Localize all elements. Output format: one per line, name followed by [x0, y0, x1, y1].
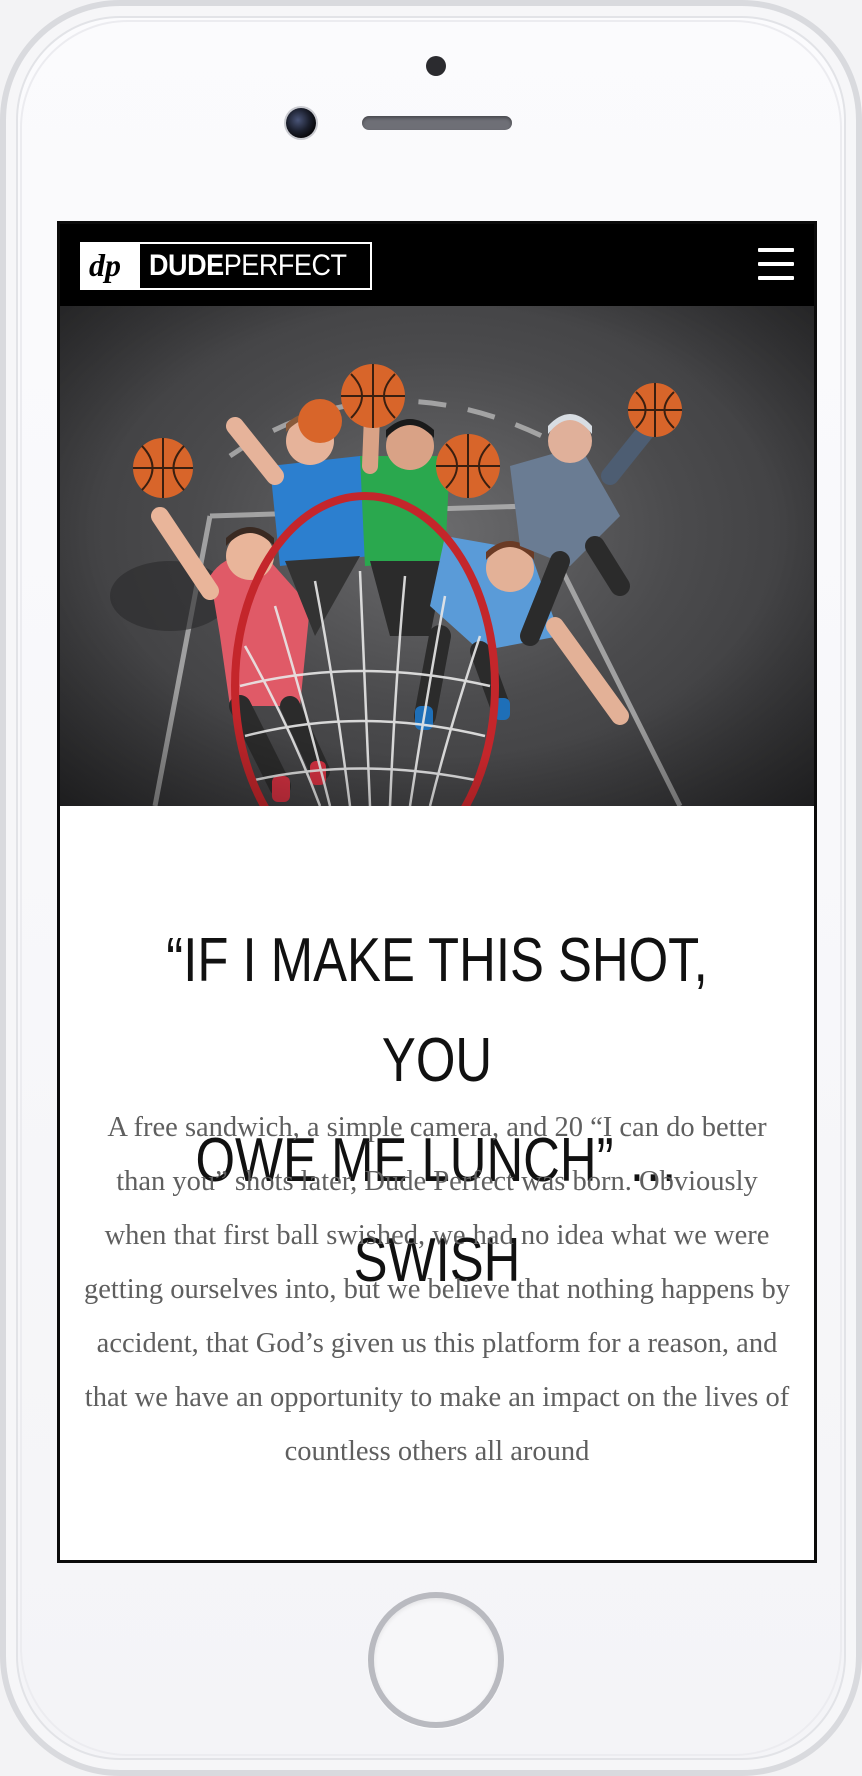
about-section: “IF I MAKE THIS SHOT, YOU OWE ME LUNCH” … [60, 806, 814, 1560]
proximity-sensor [426, 56, 446, 76]
basketball-hero-photo [60, 306, 814, 806]
headline-line-1: “IF I MAKE THIS SHOT, YOU [166, 926, 708, 1095]
dp-logo-icon: dp [82, 244, 141, 288]
phone-frame: dp DUDE PERFECT “IF I MAKE THIS SHOT, YO… [0, 0, 862, 1776]
earpiece-speaker [362, 116, 512, 130]
front-camera-icon [286, 108, 316, 138]
screen: dp DUDE PERFECT “IF I MAKE THIS SHOT, YO… [57, 221, 817, 1563]
hamburger-menu-icon[interactable] [758, 248, 794, 280]
logo-text-light: PERFECT [224, 249, 348, 282]
site-logo[interactable]: dp DUDE PERFECT [80, 242, 372, 290]
hero-image [60, 306, 814, 806]
logo-mark-text: dp [89, 248, 121, 283]
navbar: dp DUDE PERFECT [60, 224, 814, 306]
home-button[interactable] [368, 1592, 504, 1728]
logo-wordmark: DUDE PERFECT [140, 244, 347, 288]
logo-text-bold: DUDE [149, 249, 225, 282]
about-paragraph: A free sandwich, a simple camera, and 20… [83, 1112, 791, 1467]
